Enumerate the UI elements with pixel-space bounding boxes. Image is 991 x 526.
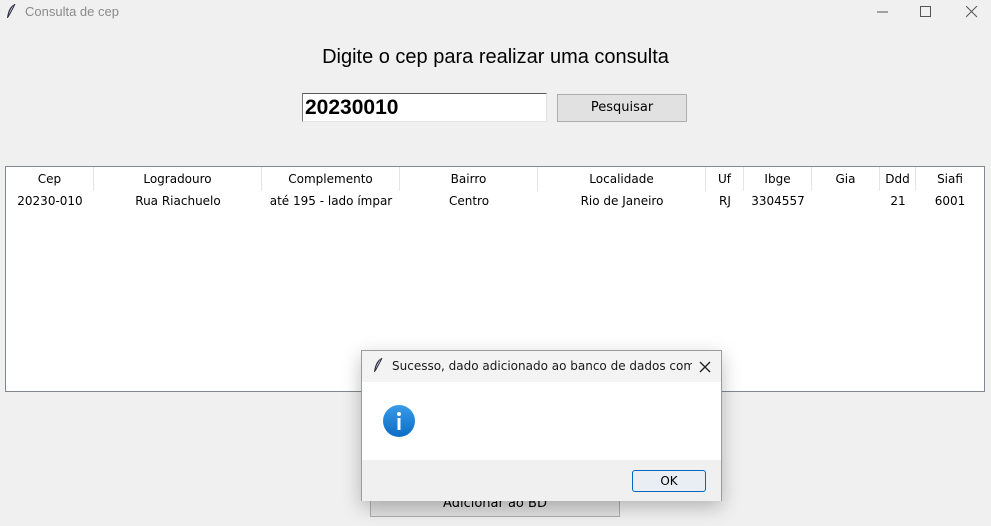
dialog-title: Sucesso, dado adicionado ao banco de dad… <box>392 359 692 373</box>
cell-uf: RJ <box>719 194 731 208</box>
cell-localidade: Rio de Janeiro <box>580 194 664 208</box>
maximize-button[interactable] <box>903 0 949 24</box>
table-header: Cep Logradouro Complemento Bairro Locali… <box>6 167 984 191</box>
minimize-button[interactable] <box>860 0 906 24</box>
cell-bairro: Centro <box>448 194 490 208</box>
window-title: Consulta de cep <box>25 4 119 19</box>
col-header-siafi[interactable]: Siafi <box>916 167 984 191</box>
maximize-icon <box>920 6 931 17</box>
dialog-footer: OK <box>362 460 721 501</box>
col-header-complemento[interactable]: Complemento <box>262 167 400 191</box>
window-titlebar: Consulta de cep <box>0 0 991 24</box>
info-icon <box>383 405 415 437</box>
feather-icon <box>7 3 16 18</box>
col-header-uf[interactable]: Uf <box>706 167 744 191</box>
cell-ddd: 21 <box>890 194 906 208</box>
page-heading: Digite o cep para realizar uma consulta <box>322 46 669 68</box>
ok-button[interactable]: OK <box>632 470 706 492</box>
close-icon <box>966 6 978 18</box>
cell-siafi: 6001 <box>934 194 966 208</box>
col-header-cep[interactable]: Cep <box>6 167 94 191</box>
minimize-icon <box>877 11 888 13</box>
cep-input[interactable] <box>302 93 547 122</box>
col-header-bairro[interactable]: Bairro <box>400 167 538 191</box>
dialog-body <box>362 382 721 460</box>
search-button[interactable]: Pesquisar <box>557 94 687 122</box>
col-header-logradouro[interactable]: Logradouro <box>94 167 262 191</box>
cell-logradouro: Rua Riachuelo <box>135 194 221 208</box>
close-icon[interactable] <box>695 358 715 376</box>
cell-gia <box>812 191 880 211</box>
col-header-ibge[interactable]: Ibge <box>744 167 812 191</box>
feather-icon <box>374 357 383 372</box>
cell-ibge: 3304557 <box>751 194 805 208</box>
col-header-localidade[interactable]: Localidade <box>538 167 706 191</box>
cell-complemento: até 195 - lado ímpar <box>269 194 393 208</box>
col-header-ddd[interactable]: Ddd <box>880 167 916 191</box>
dialog-titlebar: Sucesso, dado adicionado ao banco de dad… <box>362 351 721 382</box>
success-dialog: Sucesso, dado adicionado ao banco de dad… <box>361 350 722 501</box>
cell-cep: 20230-010 <box>17 194 83 208</box>
col-header-gia[interactable]: Gia <box>812 167 880 191</box>
close-window-button[interactable] <box>949 0 991 24</box>
